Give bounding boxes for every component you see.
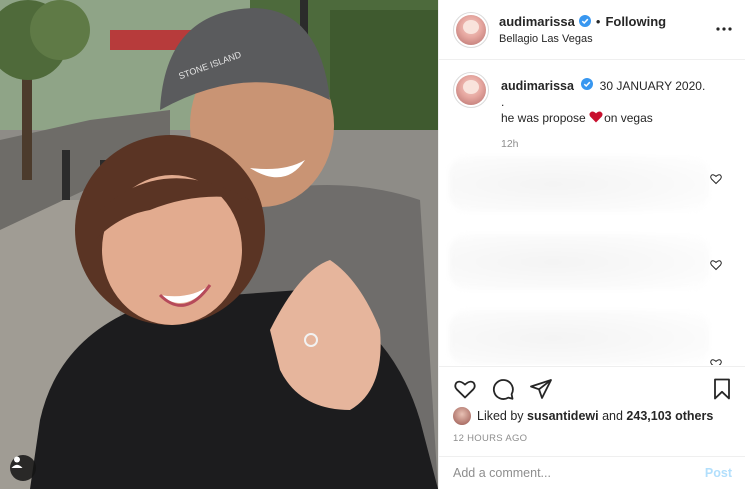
tagged-users-button[interactable]: [10, 455, 36, 481]
user-icon: [11, 456, 23, 468]
list-item: [449, 310, 709, 365]
likes-prefix: Liked by: [477, 409, 524, 423]
red-heart-emoji-icon: [589, 111, 603, 123]
comments-list: [439, 150, 745, 365]
caption-text: he was propose on vegas: [501, 110, 705, 126]
caption-date: 30 JANUARY 2020.: [599, 79, 706, 93]
comment-like-icon[interactable]: [710, 259, 722, 271]
liker-username[interactable]: susantidewi: [527, 409, 599, 423]
caption-dot-line: .: [501, 95, 505, 109]
post-photo[interactable]: STONE ISLAND: [0, 0, 438, 489]
caption-text-after: on vegas: [604, 111, 653, 125]
author-avatar[interactable]: [453, 11, 489, 48]
author-username[interactable]: audimarissa: [499, 15, 575, 28]
post-comment-button[interactable]: Post: [705, 466, 732, 480]
post-location[interactable]: Bellagio Las Vegas: [499, 33, 666, 45]
comment-like-icon[interactable]: [710, 173, 722, 185]
separator-dot: •: [595, 13, 601, 29]
following-button[interactable]: Following: [605, 15, 666, 28]
post-header: audimarissa • Following Bellagio Las Veg…: [439, 0, 745, 60]
verified-badge-icon: [581, 78, 594, 90]
comment-input[interactable]: [453, 466, 705, 480]
caption-avatar[interactable]: [453, 72, 489, 108]
avatar-image: [456, 14, 486, 45]
share-icon[interactable]: [529, 377, 553, 401]
comment-like-icon[interactable]: [710, 358, 722, 365]
caption-text-before: he was propose: [501, 111, 590, 125]
avatar-image: [456, 75, 486, 105]
post-side-panel: audimarissa • Following Bellagio Las Veg…: [438, 0, 745, 489]
more-options-icon[interactable]: [714, 22, 734, 36]
add-comment-bar: Post: [439, 456, 745, 489]
bookmark-icon[interactable]: [710, 377, 734, 401]
likes-summary[interactable]: Liked by susantidewi and 243,103 others: [453, 407, 713, 425]
author-info: audimarissa • Following Bellagio Las Veg…: [499, 15, 666, 45]
list-item: [449, 234, 709, 290]
comment-icon[interactable]: [491, 377, 515, 401]
list-item: [449, 156, 709, 212]
verified-badge-icon: [578, 15, 591, 27]
caption-username[interactable]: audimarissa: [501, 79, 574, 93]
likes-middle: and: [602, 409, 623, 423]
post-timestamp[interactable]: 12 HOURS AGO: [453, 433, 527, 444]
likes-count[interactable]: 243,103 others: [626, 409, 713, 423]
post-caption: audimarissa 30 JANUARY 2020. . he was pr…: [453, 72, 738, 152]
photo-illustration: STONE ISLAND: [0, 0, 438, 489]
liker-avatar: [453, 407, 471, 425]
heart-icon[interactable]: [453, 377, 477, 401]
